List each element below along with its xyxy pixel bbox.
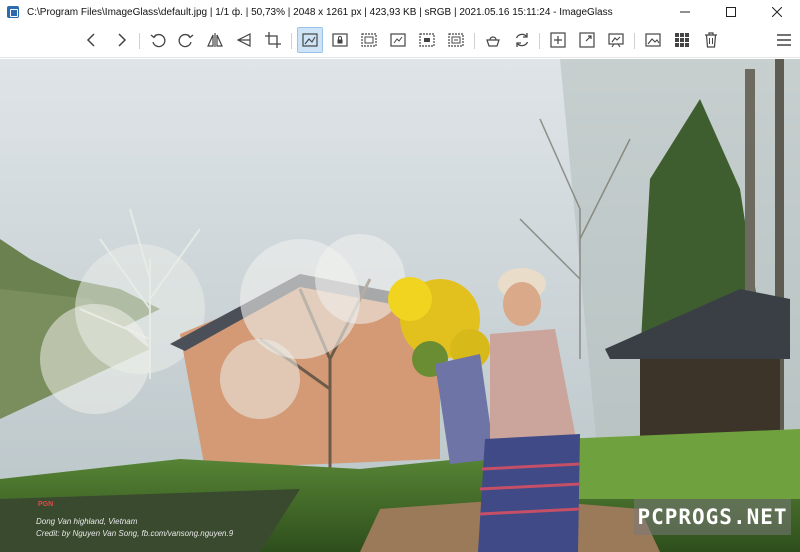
main-menu-button[interactable] bbox=[771, 27, 797, 53]
gallery-icon bbox=[550, 32, 566, 48]
gallery-button[interactable] bbox=[545, 27, 571, 53]
actual-size-button[interactable] bbox=[443, 27, 469, 53]
chevron-left-icon bbox=[86, 33, 95, 47]
rotate-right-icon bbox=[178, 33, 194, 48]
lock-zoom-button[interactable] bbox=[327, 27, 353, 53]
trash-icon bbox=[705, 32, 717, 48]
crop-icon bbox=[265, 32, 281, 48]
photo-caption-location: Dong Van highland, Vietnam bbox=[36, 517, 138, 526]
next-image-button[interactable] bbox=[108, 27, 134, 53]
toolbar bbox=[0, 24, 800, 58]
close-button[interactable] bbox=[754, 0, 800, 24]
checkerboard-icon bbox=[486, 36, 500, 47]
chevron-right-icon bbox=[118, 33, 127, 47]
zoom-to-fit-button[interactable] bbox=[297, 27, 323, 53]
slideshow-icon bbox=[608, 33, 624, 48]
scale-width-button[interactable] bbox=[356, 27, 382, 53]
lock-zoom-icon bbox=[332, 33, 348, 47]
toolbar-separator bbox=[634, 33, 635, 49]
toolbar-separator bbox=[474, 33, 475, 49]
thumbnails-button[interactable] bbox=[669, 27, 695, 53]
rotate-left-icon bbox=[150, 33, 166, 48]
set-wallpaper-button[interactable] bbox=[640, 27, 666, 53]
minimize-button[interactable] bbox=[662, 0, 708, 24]
flip-horizontal-button[interactable] bbox=[202, 27, 228, 53]
toolbar-separator bbox=[139, 33, 140, 49]
slideshow-button[interactable] bbox=[603, 27, 629, 53]
previous-image-button[interactable] bbox=[79, 27, 105, 53]
flip-horizontal-icon bbox=[207, 33, 223, 47]
flip-vertical-button[interactable] bbox=[231, 27, 257, 53]
displayed-photo bbox=[0, 59, 800, 552]
refresh-icon bbox=[515, 33, 529, 47]
toolbar-separator bbox=[539, 33, 540, 49]
site-watermark: PCPROGS.NET bbox=[634, 499, 791, 535]
minimize-icon bbox=[680, 11, 690, 13]
delete-button[interactable] bbox=[698, 27, 724, 53]
image-viewer[interactable]: PGN Dong Van highland, Vietnam Credit: b… bbox=[0, 59, 800, 552]
maximize-button[interactable] bbox=[708, 0, 754, 24]
auto-zoom-button[interactable] bbox=[414, 27, 440, 53]
title-bar: C:\Program Files\ImageGlass\default.jpg … bbox=[0, 0, 800, 24]
refresh-button[interactable] bbox=[509, 27, 535, 53]
scale-width-icon bbox=[361, 33, 377, 47]
image-icon bbox=[645, 33, 661, 47]
checkerboard-background-button[interactable] bbox=[480, 27, 506, 53]
scale-height-button[interactable] bbox=[385, 27, 411, 53]
imageglass-app-icon[interactable] bbox=[7, 6, 19, 18]
photo-caption-credit: Credit: by Nguyen Van Song, fb.com/vanso… bbox=[36, 529, 234, 538]
fullscreen-icon bbox=[579, 32, 595, 48]
close-icon bbox=[772, 7, 782, 17]
window-title: C:\Program Files\ImageGlass\default.jpg … bbox=[27, 6, 613, 18]
maximize-icon bbox=[726, 7, 736, 17]
toolbar-separator bbox=[291, 33, 292, 49]
photo-signature-mark: PGN bbox=[38, 501, 54, 508]
scale-height-icon bbox=[390, 33, 406, 47]
rotate-left-button[interactable] bbox=[145, 27, 171, 53]
hamburger-menu-icon bbox=[777, 34, 791, 46]
zoom-fit-icon bbox=[302, 33, 318, 47]
actual-size-icon bbox=[448, 33, 464, 47]
flip-vertical-icon bbox=[236, 33, 251, 47]
rotate-right-button[interactable] bbox=[173, 27, 199, 53]
auto-zoom-icon bbox=[419, 33, 435, 47]
grid-icon bbox=[675, 33, 689, 47]
fullscreen-button[interactable] bbox=[574, 27, 600, 53]
crop-button[interactable] bbox=[260, 27, 286, 53]
window-controls bbox=[662, 0, 800, 24]
